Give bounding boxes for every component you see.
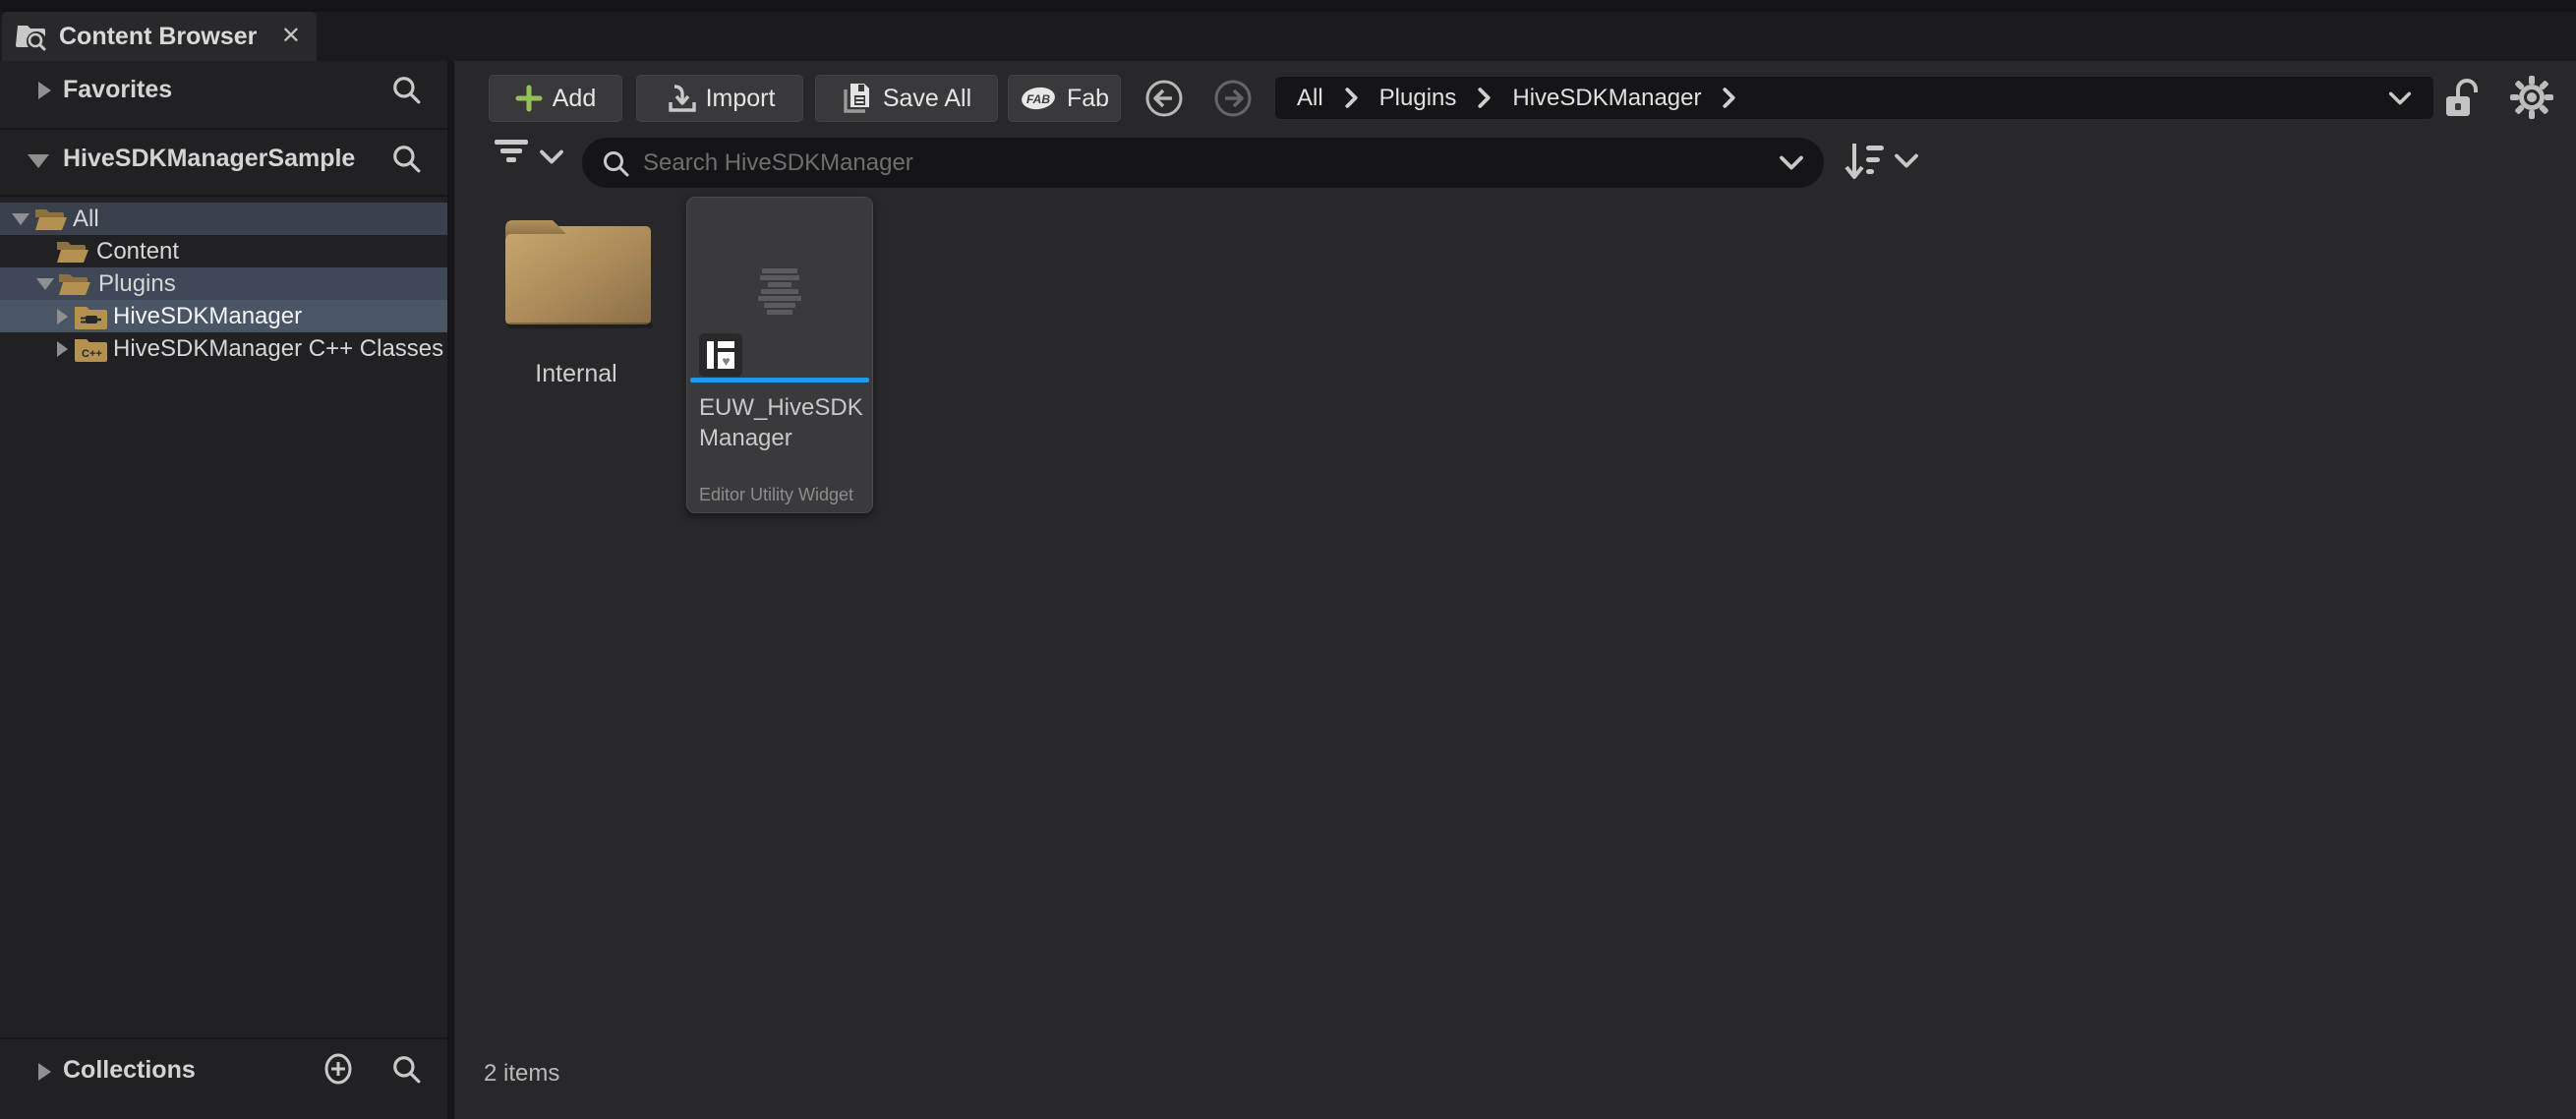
add-button-label: Add — [553, 85, 596, 113]
content-browser-window: Content Browser ✕ Favorites HiveSDKManag… — [0, 0, 2576, 1119]
folder-open-icon — [56, 238, 89, 265]
fab-icon: FAB — [1020, 86, 1057, 111]
asset-name: EUW_HiveSDK Manager — [699, 392, 862, 453]
tree-item-label: All — [73, 206, 99, 233]
back-button[interactable] — [1144, 79, 1184, 118]
filter-icon[interactable] — [494, 140, 529, 169]
tree-item-label: HiveSDKManager — [113, 303, 302, 330]
asset-type-label: Editor Utility Widget — [699, 485, 853, 505]
expander-down-icon[interactable] — [12, 213, 29, 225]
project-search-icon[interactable] — [391, 144, 421, 173]
folder-plugin-icon — [74, 303, 107, 329]
asset-card-euw-hivesdkmanager[interactable]: ♥ EUW_HiveSDK Manager Editor Utility Wid… — [686, 197, 873, 513]
path-dropdown-icon[interactable] — [2388, 91, 2412, 105]
asset-type-color-bar — [690, 378, 869, 383]
favorites-search-icon[interactable] — [391, 75, 421, 104]
svg-text:FAB: FAB — [1026, 92, 1050, 106]
plus-icon — [515, 85, 543, 112]
import-button-label: Import — [706, 85, 776, 113]
project-header[interactable]: HiveSDKManagerSample — [63, 145, 355, 173]
collections-expander-icon[interactable] — [38, 1063, 51, 1081]
folder-name: Internal — [498, 360, 655, 388]
svg-text:C++: C++ — [82, 348, 102, 360]
sort-icon[interactable] — [1843, 138, 1886, 185]
tree-item-hivesdkmanager-cpp[interactable]: C++ HiveSDKManager C++ Classes — [0, 332, 447, 365]
chevron-right-icon — [1723, 88, 1735, 108]
settings-gear-icon[interactable] — [2509, 75, 2554, 120]
editor-utility-widget-icon: ♥ — [699, 333, 742, 377]
search-input[interactable] — [643, 149, 1765, 177]
filter-dropdown-icon[interactable] — [539, 149, 564, 164]
tree-item-all[interactable]: All — [0, 203, 447, 235]
tab-close-icon[interactable]: ✕ — [281, 25, 301, 48]
add-button[interactable]: Add — [489, 75, 622, 122]
tab-title: Content Browser — [59, 23, 257, 51]
divider — [0, 128, 447, 130]
breadcrumb-item-hivesdkmanager[interactable]: HiveSDKManager — [1512, 85, 1701, 112]
favorites-header[interactable]: Favorites — [63, 76, 172, 104]
save-all-button[interactable]: Save All — [815, 75, 998, 122]
expander-right-icon[interactable] — [57, 341, 68, 357]
chevron-right-icon — [1478, 88, 1491, 108]
breadcrumb-item-all[interactable]: All — [1297, 85, 1323, 112]
folder-tree: All Content Plugins — [0, 203, 447, 365]
breadcrumb: All Plugins HiveSDKManager — [1274, 76, 2434, 120]
folder-open-icon — [34, 206, 68, 232]
search-bar — [582, 138, 1824, 188]
tree-item-content[interactable]: Content — [0, 235, 447, 267]
window-top-strip — [0, 0, 2576, 12]
tab-bar: Content Browser ✕ — [0, 12, 2576, 61]
item-count: 2 items — [484, 1060, 559, 1088]
save-all-button-label: Save All — [883, 85, 971, 113]
tree-item-label: Content — [96, 238, 179, 265]
chevron-right-icon — [1345, 88, 1358, 108]
asset-thumbnail: ♥ — [687, 198, 872, 381]
search-options-icon[interactable] — [1779, 155, 1804, 170]
fab-button-label: Fab — [1067, 85, 1109, 113]
widget-preview — [687, 268, 872, 317]
import-button[interactable]: Import — [636, 75, 803, 122]
folder-tile-internal[interactable]: Internal — [498, 206, 655, 388]
import-icon — [665, 83, 696, 114]
folder-icon-large — [498, 206, 655, 332]
search-icon — [602, 149, 629, 177]
tree-item-label: Plugins — [98, 270, 176, 298]
content-browser-icon — [16, 22, 47, 51]
tree-item-hivesdkmanager[interactable]: HiveSDKManager — [0, 300, 447, 332]
tree-item-label: HiveSDKManager C++ Classes — [113, 335, 443, 363]
collections-search-icon[interactable] — [391, 1054, 421, 1084]
project-expander-icon[interactable] — [28, 154, 49, 168]
breadcrumb-item-plugins[interactable]: Plugins — [1379, 85, 1457, 112]
divider — [0, 1037, 447, 1039]
divider — [0, 195, 447, 197]
expander-right-icon[interactable] — [57, 309, 68, 324]
forward-button[interactable] — [1213, 79, 1253, 118]
expander-down-icon[interactable] — [36, 278, 54, 290]
lock-open-icon[interactable] — [2444, 77, 2480, 120]
fab-button[interactable]: FAB Fab — [1008, 75, 1121, 122]
sort-dropdown-icon[interactable] — [1894, 153, 1919, 168]
sidebar: Favorites HiveSDKManagerSample All Conte… — [0, 61, 447, 1119]
tab-content-browser[interactable]: Content Browser ✕ — [2, 12, 317, 61]
collections-header[interactable]: Collections — [63, 1056, 196, 1085]
save-all-icon — [842, 82, 873, 115]
favorites-expander-icon[interactable] — [38, 82, 51, 99]
add-collection-icon[interactable] — [322, 1053, 354, 1085]
tree-item-plugins[interactable]: Plugins — [0, 267, 447, 300]
folder-cpp-icon: C++ — [74, 335, 107, 362]
panel-divider[interactable] — [447, 61, 454, 1119]
folder-open-icon — [58, 270, 91, 297]
